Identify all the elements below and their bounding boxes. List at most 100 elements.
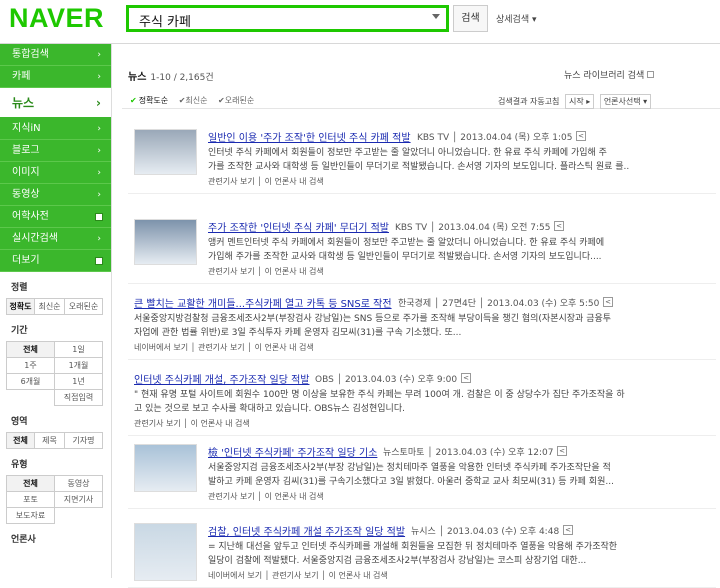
divider [128,435,716,436]
news-title[interactable]: 일반인 이용 '주가 조작'한 인터넷 주식 카페 적발 [208,129,411,144]
area-all[interactable]: 전체 [6,432,35,449]
section-title: 뉴스 [128,72,147,83]
news-title[interactable]: 인터넷 주식카페 개설, 주가조작 일당 적발 [134,371,309,386]
sidebar-item-more[interactable]: 더보기 [0,250,111,272]
options-row: ✔ 정확도순 ✔최신순 ✔오래된순 검색결과 자동고침 시작 ▸ 언론사선택 ▾ [122,91,720,109]
news-thumbnail[interactable] [134,129,197,175]
news-title[interactable]: 검찰, 인터넷 주식카페 개설 주가조작 일당 적발 [208,523,405,538]
sidebar-item-label: 더보기 [12,255,40,266]
sidebar-item-blog[interactable]: 블로그 › [0,140,111,162]
sort-latest[interactable]: 최신순 [34,298,65,315]
news-thumbnail[interactable] [134,219,197,265]
type-photo[interactable]: 포토 [6,491,55,508]
news-meta: 한국경제 │ 27면4단 │ 2013.04.03 (수) 오후 5:50 [398,299,600,309]
sidebar-item-cafe[interactable]: 카페 › [0,66,111,88]
period-1week[interactable]: 1주 [6,357,55,374]
result-count: 1-10 / 2,165건 [150,73,214,83]
sort-oldest-option[interactable]: 오래된순 [225,96,254,105]
news-snippet: 서울중앙지검 금융조세조사2부(부장 강남일)는 정치테마주 열풍을 악용한 인… [208,463,611,473]
chevron-right-icon: › [97,234,101,244]
news-meta: KBS TV │ 2013.04.04 (목) 오전 7:55 [395,223,551,233]
sidebar-item-news[interactable]: 뉴스 › [0,88,111,118]
news-links[interactable]: 관련기사 보기 │ 이 언론사 내 검색 [208,491,324,502]
type-filter: 전체 동영상 포토 지면기사 보도자료 [6,475,103,524]
chevron-right-icon: › [97,190,101,200]
auto-refresh: 검색결과 자동고침 시작 ▸ 언론사선택 ▾ [498,94,652,109]
news-links[interactable]: 관련기사 보기 │ 이 언론사 내 검색 [208,266,324,277]
news-title[interactable]: 큰 빨치는 교활한 개미들...주식카페 열고 카톡 등 SNS로 작전 [134,295,392,310]
news-thumbnail[interactable] [134,444,197,492]
news-library-link[interactable]: 뉴스 라이브러리 검색 [564,68,655,81]
news-title[interactable]: 檢 '인터넷 주식카페' 주가조작 일당 기소 [208,444,377,459]
share-icon[interactable]: < [461,373,471,383]
area-reporter[interactable]: 기자명 [64,432,103,449]
share-icon[interactable]: < [576,131,586,141]
sort-options: ✔ 정확도순 ✔최신순 ✔오래된순 [130,95,254,106]
period-1day[interactable]: 1일 [54,341,103,358]
sort-accuracy[interactable]: 정확도 [6,298,35,315]
news-snippet: 가를 조작한 교사와 대학생 등 일반인들이 무더기로 적발됐습니다. 손서영 … [208,162,630,172]
divider [128,508,716,509]
check-icon: ✔ [130,96,137,105]
type-video[interactable]: 동영상 [54,475,103,492]
search-input[interactable]: 주식 카페 [139,11,191,30]
share-icon[interactable]: < [554,221,564,231]
area-title[interactable]: 제목 [34,432,65,449]
sidebar-item-label: 블로그 [12,145,40,156]
chevron-right-icon: › [97,124,101,134]
news-snippet: 서울중앙지방검찰청 금융조세조사2부(부장검사 강남일)는 SNS 등으로 주가… [134,314,612,324]
sort-oldest[interactable]: 오래된순 [64,298,103,315]
news-links[interactable]: 네이버에서 보기 │ 관련기사 보기 │ 이 언론사 내 검색 [134,342,314,353]
news-meta: OBS │ 2013.04.03 (수) 오후 9:00 [315,375,458,385]
sort-latest-option[interactable]: 최신순 [185,96,207,105]
sort-accuracy-option[interactable]: 정확도순 [139,96,168,105]
search-box[interactable]: 주식 카페 [126,5,449,32]
external-icon [647,71,655,78]
sidebar-item-realtime[interactable]: 실시간검색 › [0,228,111,250]
news-meta: 뉴시스 │ 2013.04.03 (수) 오후 4:48 [411,527,560,537]
news-links[interactable]: 관련기사 보기 │ 이 언론사 내 검색 [208,176,324,187]
period-6month[interactable]: 6개월 [6,373,55,390]
naver-logo[interactable]: NAVER [9,3,104,34]
period-all[interactable]: 전체 [6,341,55,358]
news-meta: 뉴스토마토 │ 2013.04.03 (수) 오후 12:07 [383,448,554,458]
news-links[interactable]: 관련기사 보기 │ 이 언론사 내 검색 [134,418,250,429]
press-select-button[interactable]: 언론사선택 ▾ [599,94,652,109]
share-icon[interactable]: < [563,525,573,535]
type-paper[interactable]: 지면기사 [54,491,103,508]
period-1month[interactable]: 1개월 [54,357,103,374]
dropdown-arrow-icon[interactable] [432,14,440,19]
sidebar-item-label: 이미지 [12,167,40,178]
type-press-release[interactable]: 보도자료 [6,507,55,524]
sidebar-item-dictionary[interactable]: 어학사전 [0,206,111,228]
share-icon[interactable]: < [603,297,613,307]
news-title[interactable]: 주가 조작한 '인터넷 주식 카페' 무더기 적발 [208,219,389,234]
sidebar-item-label: 카페 [12,71,31,82]
type-filter-title: 유형 [11,460,28,470]
type-all[interactable]: 전체 [6,475,55,492]
news-meta: KBS TV │ 2013.04.04 (목) 오후 1:05 [417,133,573,143]
auto-refresh-label: 검색결과 자동고침 [498,97,560,106]
share-icon[interactable]: < [557,446,567,456]
news-snippet: 앵커 멘트인터넷 주식 카페에서 회원들이 정보만 주고받는 줄 알았더니 아니… [208,238,605,248]
search-button[interactable]: 검색 [453,5,488,32]
sidebar-item-image[interactable]: 이미지 › [0,162,111,184]
sidebar-item-label: 동영상 [12,189,40,200]
news-thumbnail[interactable] [134,523,197,581]
library-label: 뉴스 라이브러리 검색 [564,71,645,81]
sidebar-item-video[interactable]: 동영상 › [0,184,111,206]
news-links[interactable]: 네이버에서 보기 │ 관련기사 보기 │ 이 언론사 내 검색 [208,570,388,581]
sidebar-item-integrated[interactable]: 통합검색 › [0,44,111,66]
chevron-right-icon: › [97,50,101,60]
press-filter-title: 언론사 [11,535,36,545]
period-1year[interactable]: 1년 [54,373,103,390]
divider [128,283,716,284]
chevron-right-icon: › [96,96,101,110]
news-heading: 뉴스 1-10 / 2,165건 [128,68,214,83]
news-snippet: 자업에 관한 법률 위반)로 3일 주식투자 카페 운영자 김모씨(31)를 구… [134,328,462,338]
period-custom-input[interactable]: 직접입력 [54,389,103,406]
start-button[interactable]: 시작 ▸ [564,94,595,109]
advanced-search-link[interactable]: 상세검색 ▾ [496,12,537,25]
sidebar-item-kin[interactable]: 지식iN › [0,118,111,140]
chevron-right-icon: › [97,72,101,82]
